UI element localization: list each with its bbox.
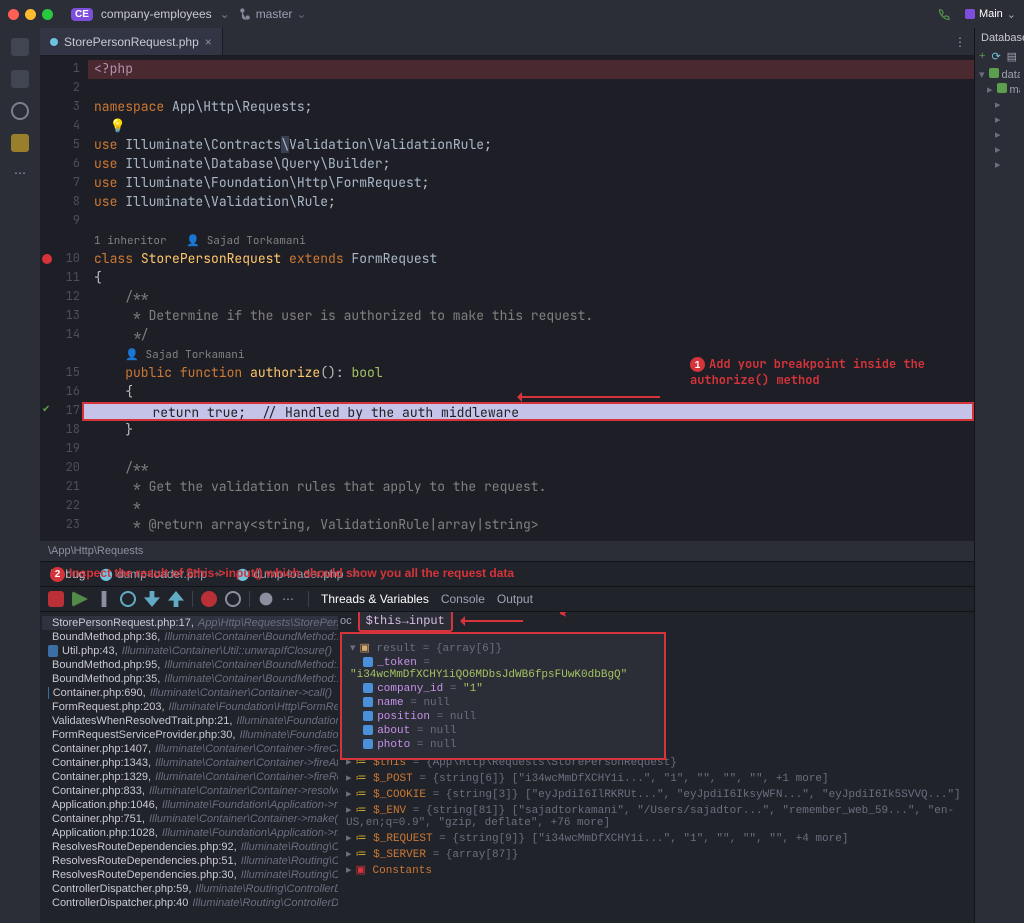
annotation-1: 1Add your breakpoint inside the authoriz…: [690, 356, 950, 388]
structure-icon[interactable]: [11, 70, 29, 88]
debug-subtab-console[interactable]: Console: [441, 592, 485, 606]
pause-button[interactable]: [96, 591, 112, 607]
editor-content[interactable]: <?phpnamespace App\Http\Requests; 💡use I…: [88, 56, 974, 541]
annotation-arrow: [463, 620, 523, 622]
run-config[interactable]: Main ⌄: [965, 8, 1016, 21]
breadcrumb[interactable]: \App\Http\Requests: [40, 541, 974, 561]
variable-row[interactable]: ▸≔ $_REQUEST = {string[9]} ["i34wcMmDfXC…: [346, 830, 968, 846]
stack-frame[interactable]: BoundMethod.php:36, Illuminate\Container…: [42, 630, 338, 644]
minimize-window-icon[interactable]: [25, 9, 36, 20]
db-tree-node[interactable]: ▸ma: [979, 82, 1020, 97]
stack-frame[interactable]: Container.php:690, Illuminate\Container\…: [42, 686, 338, 700]
stack-frame[interactable]: Application.php:1028, Illuminate\Foundat…: [42, 826, 338, 840]
run-config-icon: [965, 9, 975, 19]
chevron-down-icon[interactable]: ⌄: [220, 7, 230, 21]
left-toolbar: ⋯: [0, 28, 40, 923]
variable-row[interactable]: ▸≔ $_ENV = {string[81]} ["sajadtorkamani…: [346, 802, 968, 830]
stack-frame[interactable]: Container.php:751, Illuminate\Container\…: [42, 812, 338, 826]
editor-tabs: StorePersonRequest.php × ⋮: [40, 28, 974, 56]
variable-row[interactable]: ▸≔ $_SERVER = {array[87]}: [346, 846, 968, 862]
window-controls[interactable]: [8, 9, 53, 20]
maximize-window-icon[interactable]: [42, 9, 53, 20]
db-tree-node[interactable]: ▸: [979, 97, 1020, 112]
evaluate-expression-input[interactable]: [358, 612, 453, 632]
variable-row[interactable]: ▸≔ $_POST = {string[6]} ["i34wcMmDfXCHY1…: [346, 770, 968, 786]
debug-panel: Debug ⬤dump-loader.php× ⬤dump-loader.php…: [40, 561, 974, 923]
more-icon[interactable]: ⋯: [14, 166, 26, 180]
phone-icon[interactable]: [937, 7, 951, 21]
tab-label: StorePersonRequest.php: [64, 35, 199, 49]
debug-toolbar: ⋯ Threads & Variables Console Output: [40, 586, 974, 612]
close-tab-icon[interactable]: ×: [205, 35, 212, 49]
variables-pane[interactable]: oc ▾▣ result = {array[6]} _token = "i34w…: [340, 612, 974, 923]
settings-icon[interactable]: [258, 591, 274, 607]
result-item: about = null: [350, 724, 656, 738]
stack-frame[interactable]: ValidatesWhenResolvedTrait.php:21, Illum…: [42, 714, 338, 728]
database-title: Database: [975, 28, 1024, 48]
result-item: photo = null: [350, 738, 656, 752]
db-tree-node[interactable]: ▸: [979, 127, 1020, 142]
vcs-branch[interactable]: master ⌄: [238, 7, 307, 21]
result-item: name = null: [350, 696, 656, 710]
bookmark-icon[interactable]: [11, 134, 29, 152]
step-into-button[interactable]: [144, 591, 160, 607]
variable-row[interactable]: ▸≔ $_COOKIE = {string[3]} ["eyJpdiI6IlRK…: [346, 786, 968, 802]
stack-frame[interactable]: FormRequestServiceProvider.php:30, Illum…: [42, 728, 338, 742]
stack-frame[interactable]: Container.php:1329, Illuminate\Container…: [42, 770, 338, 784]
stack-frame[interactable]: Container.php:833, Illuminate\Container\…: [42, 784, 338, 798]
stack-frame[interactable]: BoundMethod.php:35, Illuminate\Container…: [42, 672, 338, 686]
result-item: company_id = "1": [350, 682, 656, 696]
db-tree-node[interactable]: ▸: [979, 142, 1020, 157]
evaluation-result: ▾▣ result = {array[6]} _token = "i34wcMm…: [340, 632, 666, 760]
stack-frame[interactable]: Container.php:1343, Illuminate\Container…: [42, 756, 338, 770]
result-item: _token = "i34wcMmDfXCHY1iQO6MDbsJdWB6fps…: [350, 656, 656, 682]
stack-frame[interactable]: ControllerDispatcher.php:40 Illuminate\R…: [42, 896, 338, 910]
stack-frame[interactable]: StorePersonRequest.php:17, App\Http\Requ…: [42, 616, 338, 630]
db-tree-node[interactable]: ▾datab: [979, 67, 1020, 82]
project-tool-icon[interactable]: [11, 38, 29, 56]
stack-frame[interactable]: ResolvesRouteDependencies.php:51, Illumi…: [42, 854, 338, 868]
stack-frame[interactable]: Util.php:43, Illuminate\Container\Util::…: [42, 644, 338, 658]
code-editor[interactable]: ✔ 1234567891011121314151617✔181920212223…: [40, 56, 974, 541]
close-window-icon[interactable]: [8, 9, 19, 20]
variable-row[interactable]: ▸▣ Constants: [346, 862, 968, 878]
stack-frame[interactable]: Container.php:1407, Illuminate\Container…: [42, 742, 338, 756]
breakpoint-icon[interactable]: [201, 591, 217, 607]
annotation-arrow: [520, 396, 660, 398]
project-name[interactable]: company-employees: [101, 7, 212, 21]
database-tool-window[interactable]: Database + ⟳ ▤ ▾datab▸ma▸▸▸▸▸: [974, 28, 1024, 923]
editor-gutter[interactable]: 1234567891011121314151617✔181920212223: [40, 56, 88, 541]
stack-frame[interactable]: BoundMethod.php:95, Illuminate\Container…: [42, 658, 338, 672]
branch-icon: [238, 7, 252, 21]
filter-icon[interactable]: ▤: [1007, 50, 1017, 63]
stack-frame[interactable]: Application.php:1046, Illuminate\Foundat…: [42, 798, 338, 812]
more-icon[interactable]: ⋯: [282, 592, 294, 606]
db-tree-node[interactable]: ▸: [979, 157, 1020, 172]
stack-frame[interactable]: ControllerDispatcher.php:59, Illuminate\…: [42, 882, 338, 896]
github-icon[interactable]: [11, 102, 29, 120]
db-tree-node[interactable]: ▸: [979, 112, 1020, 127]
step-over-button[interactable]: [120, 591, 136, 607]
superglobals[interactable]: ▸≔ $this = {App\Http\Requests\StorePerso…: [346, 754, 968, 878]
debug-subtab-output[interactable]: Output: [497, 592, 533, 606]
stack-frame[interactable]: ResolvesRouteDependencies.php:30, Illumi…: [42, 868, 338, 882]
tab-overflow-icon[interactable]: ⋮: [954, 28, 974, 55]
annotation-2: 2Inspect the result of $this->input() wh…: [50, 566, 514, 582]
titlebar: CE company-employees ⌄ master ⌄ Main ⌄: [0, 0, 1024, 28]
refresh-icon[interactable]: ⟳: [991, 50, 1000, 63]
stop-button[interactable]: [48, 591, 64, 607]
stack-frame[interactable]: FormRequest.php:203, Illuminate\Foundati…: [42, 700, 338, 714]
mute-breakpoints-icon[interactable]: [225, 591, 241, 607]
annotation-arrow: [562, 612, 638, 614]
project-badge: CE: [71, 8, 93, 21]
stack-frames[interactable]: StorePersonRequest.php:17, App\Http\Requ…: [40, 612, 340, 923]
resume-button[interactable]: [72, 591, 88, 607]
editor-tab[interactable]: StorePersonRequest.php ×: [40, 28, 223, 55]
result-item: position = null: [350, 710, 656, 724]
debug-subtab-threads[interactable]: Threads & Variables: [321, 592, 429, 606]
php-file-icon: [50, 38, 58, 46]
add-datasource-icon[interactable]: +: [979, 50, 985, 63]
stack-frame[interactable]: ResolvesRouteDependencies.php:92, Illumi…: [42, 840, 338, 854]
step-out-button[interactable]: [168, 591, 184, 607]
